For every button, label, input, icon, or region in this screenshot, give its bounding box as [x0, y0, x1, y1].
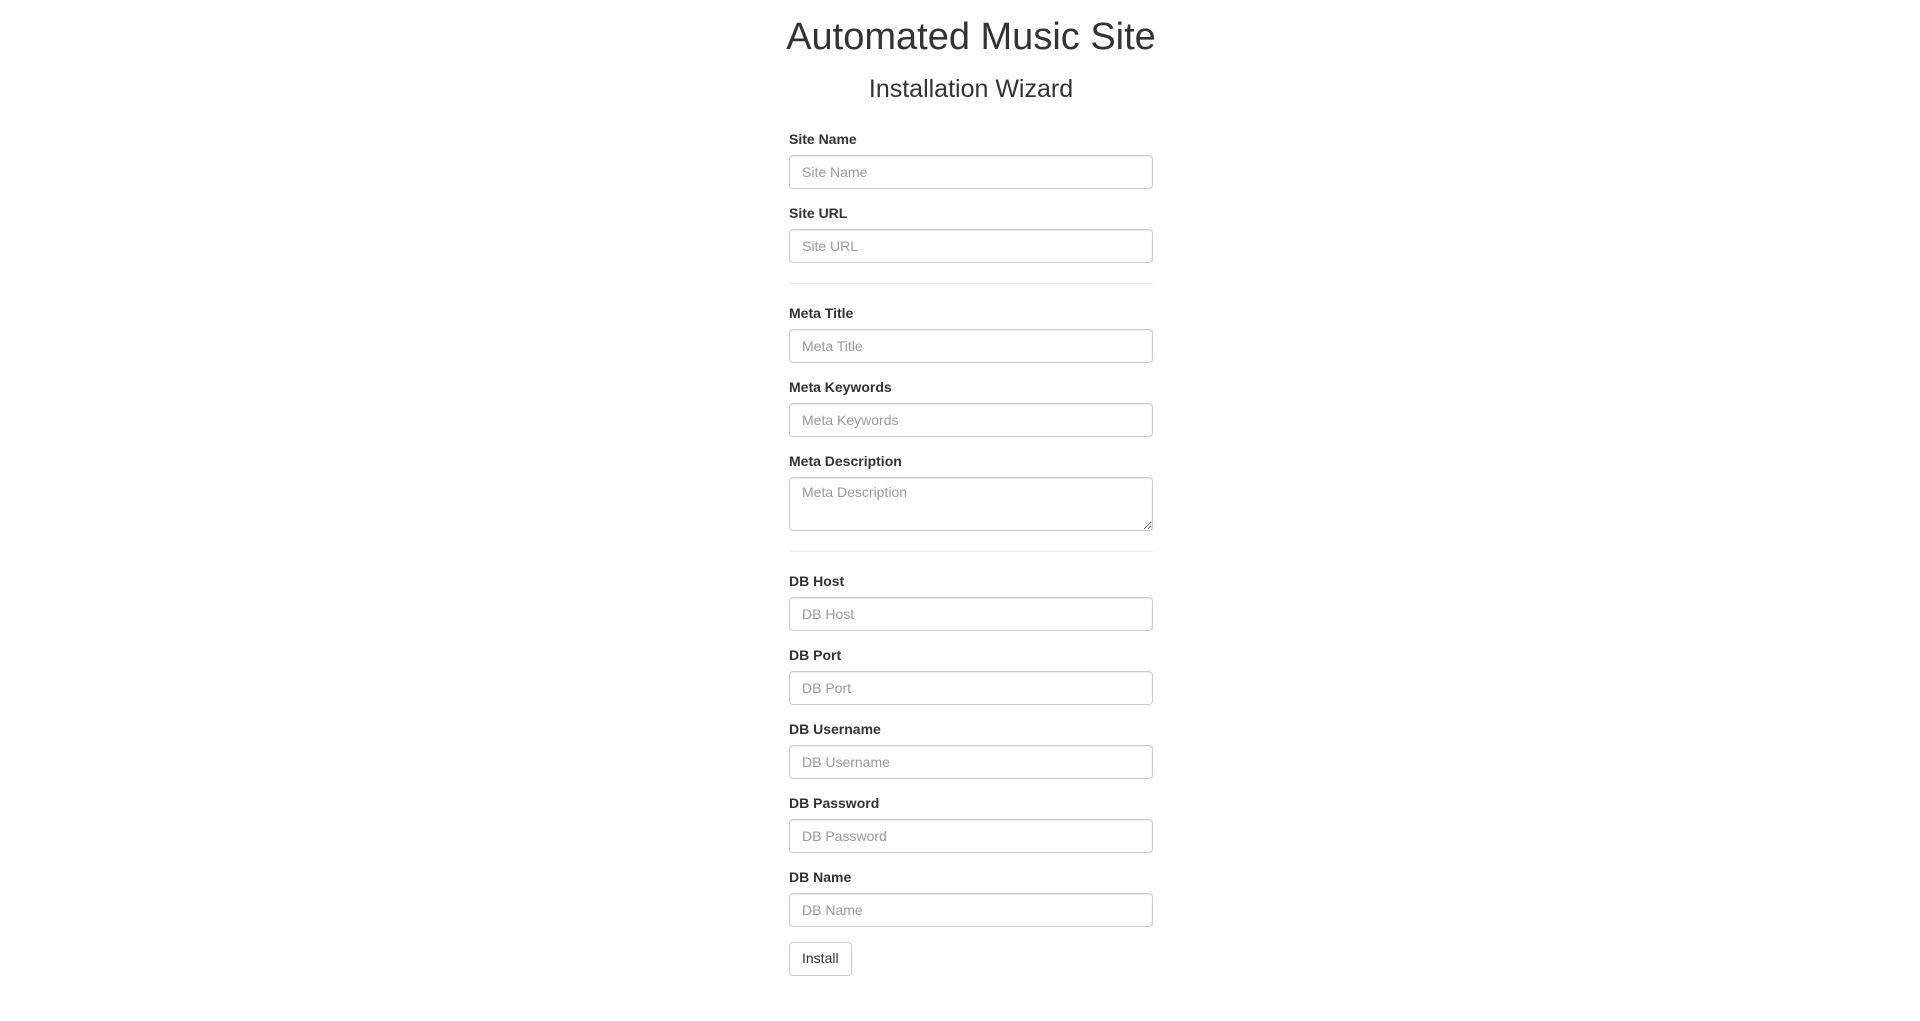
install-form: Site Name Site URL Meta Title Meta Keywo…: [789, 130, 1153, 977]
site-name-label: Site Name: [789, 131, 857, 148]
meta-title-group: Meta Title: [789, 304, 1153, 364]
install-button[interactable]: Install: [789, 942, 852, 977]
db-name-input[interactable]: [789, 893, 1153, 928]
db-password-input[interactable]: [789, 819, 1153, 854]
page-subtitle: Installation Wizard: [868, 74, 1074, 103]
meta-description-textarea[interactable]: [789, 477, 1153, 532]
db-name-label: DB Name: [789, 869, 852, 886]
section-divider: [789, 551, 1153, 553]
meta-keywords-input[interactable]: [789, 403, 1153, 438]
db-password-label: DB Password: [789, 795, 880, 812]
db-name-group: DB Name: [789, 868, 1153, 928]
site-name-group: Site Name: [789, 130, 1153, 190]
db-username-input[interactable]: [789, 745, 1153, 780]
db-host-group: DB Host: [789, 572, 1153, 632]
db-username-label: DB Username: [789, 721, 881, 738]
db-host-label: DB Host: [789, 573, 845, 590]
site-url-label: Site URL: [789, 205, 848, 222]
section-divider: [789, 283, 1153, 285]
db-port-input[interactable]: [789, 671, 1153, 706]
site-url-group: Site URL: [789, 204, 1153, 264]
db-username-group: DB Username: [789, 720, 1153, 780]
db-port-label: DB Port: [789, 647, 842, 664]
site-name-input[interactable]: [789, 155, 1153, 190]
db-port-group: DB Port: [789, 646, 1153, 706]
meta-description-label: Meta Description: [789, 453, 902, 470]
site-url-input[interactable]: [789, 229, 1153, 264]
db-password-group: DB Password: [789, 794, 1153, 854]
meta-keywords-label: Meta Keywords: [789, 379, 892, 396]
meta-title-input[interactable]: [789, 329, 1153, 364]
db-host-input[interactable]: [789, 597, 1153, 632]
meta-keywords-group: Meta Keywords: [789, 378, 1153, 438]
install-wizard: Automated Music Site Installation Wizard…: [786, 0, 1156, 977]
page-title: Automated Music Site: [786, 16, 1156, 58]
meta-title-label: Meta Title: [789, 305, 854, 322]
meta-description-group: Meta Description: [789, 452, 1153, 532]
